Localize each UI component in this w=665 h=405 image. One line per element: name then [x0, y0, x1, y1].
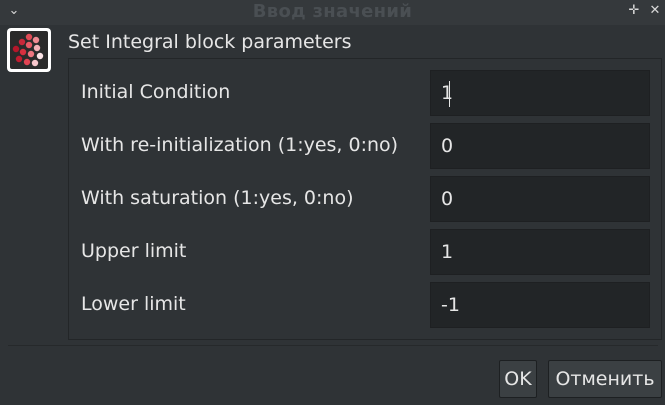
reinitialization-input[interactable]	[430, 123, 650, 169]
dialog-header: Set Integral block parameters	[68, 31, 352, 53]
field-label-reinitialization: With re-initialization (1:yes, 0:no)	[81, 134, 399, 156]
field-label-saturation: With saturation (1:yes, 0:no)	[81, 187, 354, 209]
window-title: Ввод значений	[252, 1, 413, 22]
initial-condition-input[interactable]	[430, 70, 650, 116]
text-caret	[449, 81, 450, 107]
ok-button[interactable]: OK	[499, 360, 537, 398]
pin-icon[interactable]: ✛	[626, 3, 642, 19]
cancel-button[interactable]: Отменить	[548, 360, 662, 398]
lower-limit-input[interactable]	[430, 282, 650, 328]
field-label-upper-limit: Upper limit	[81, 240, 187, 262]
field-label-initial-condition: Initial Condition	[81, 81, 231, 103]
title-bar[interactable]: ⌄ Ввод значений ✛ ✕	[0, 0, 665, 25]
saturation-input[interactable]	[430, 176, 650, 222]
field-label-lower-limit: Lower limit	[81, 293, 186, 315]
footer-divider	[8, 345, 658, 346]
upper-limit-input[interactable]	[430, 229, 650, 275]
app-logo-icon	[7, 28, 51, 72]
close-icon[interactable]: ✕	[647, 3, 663, 19]
